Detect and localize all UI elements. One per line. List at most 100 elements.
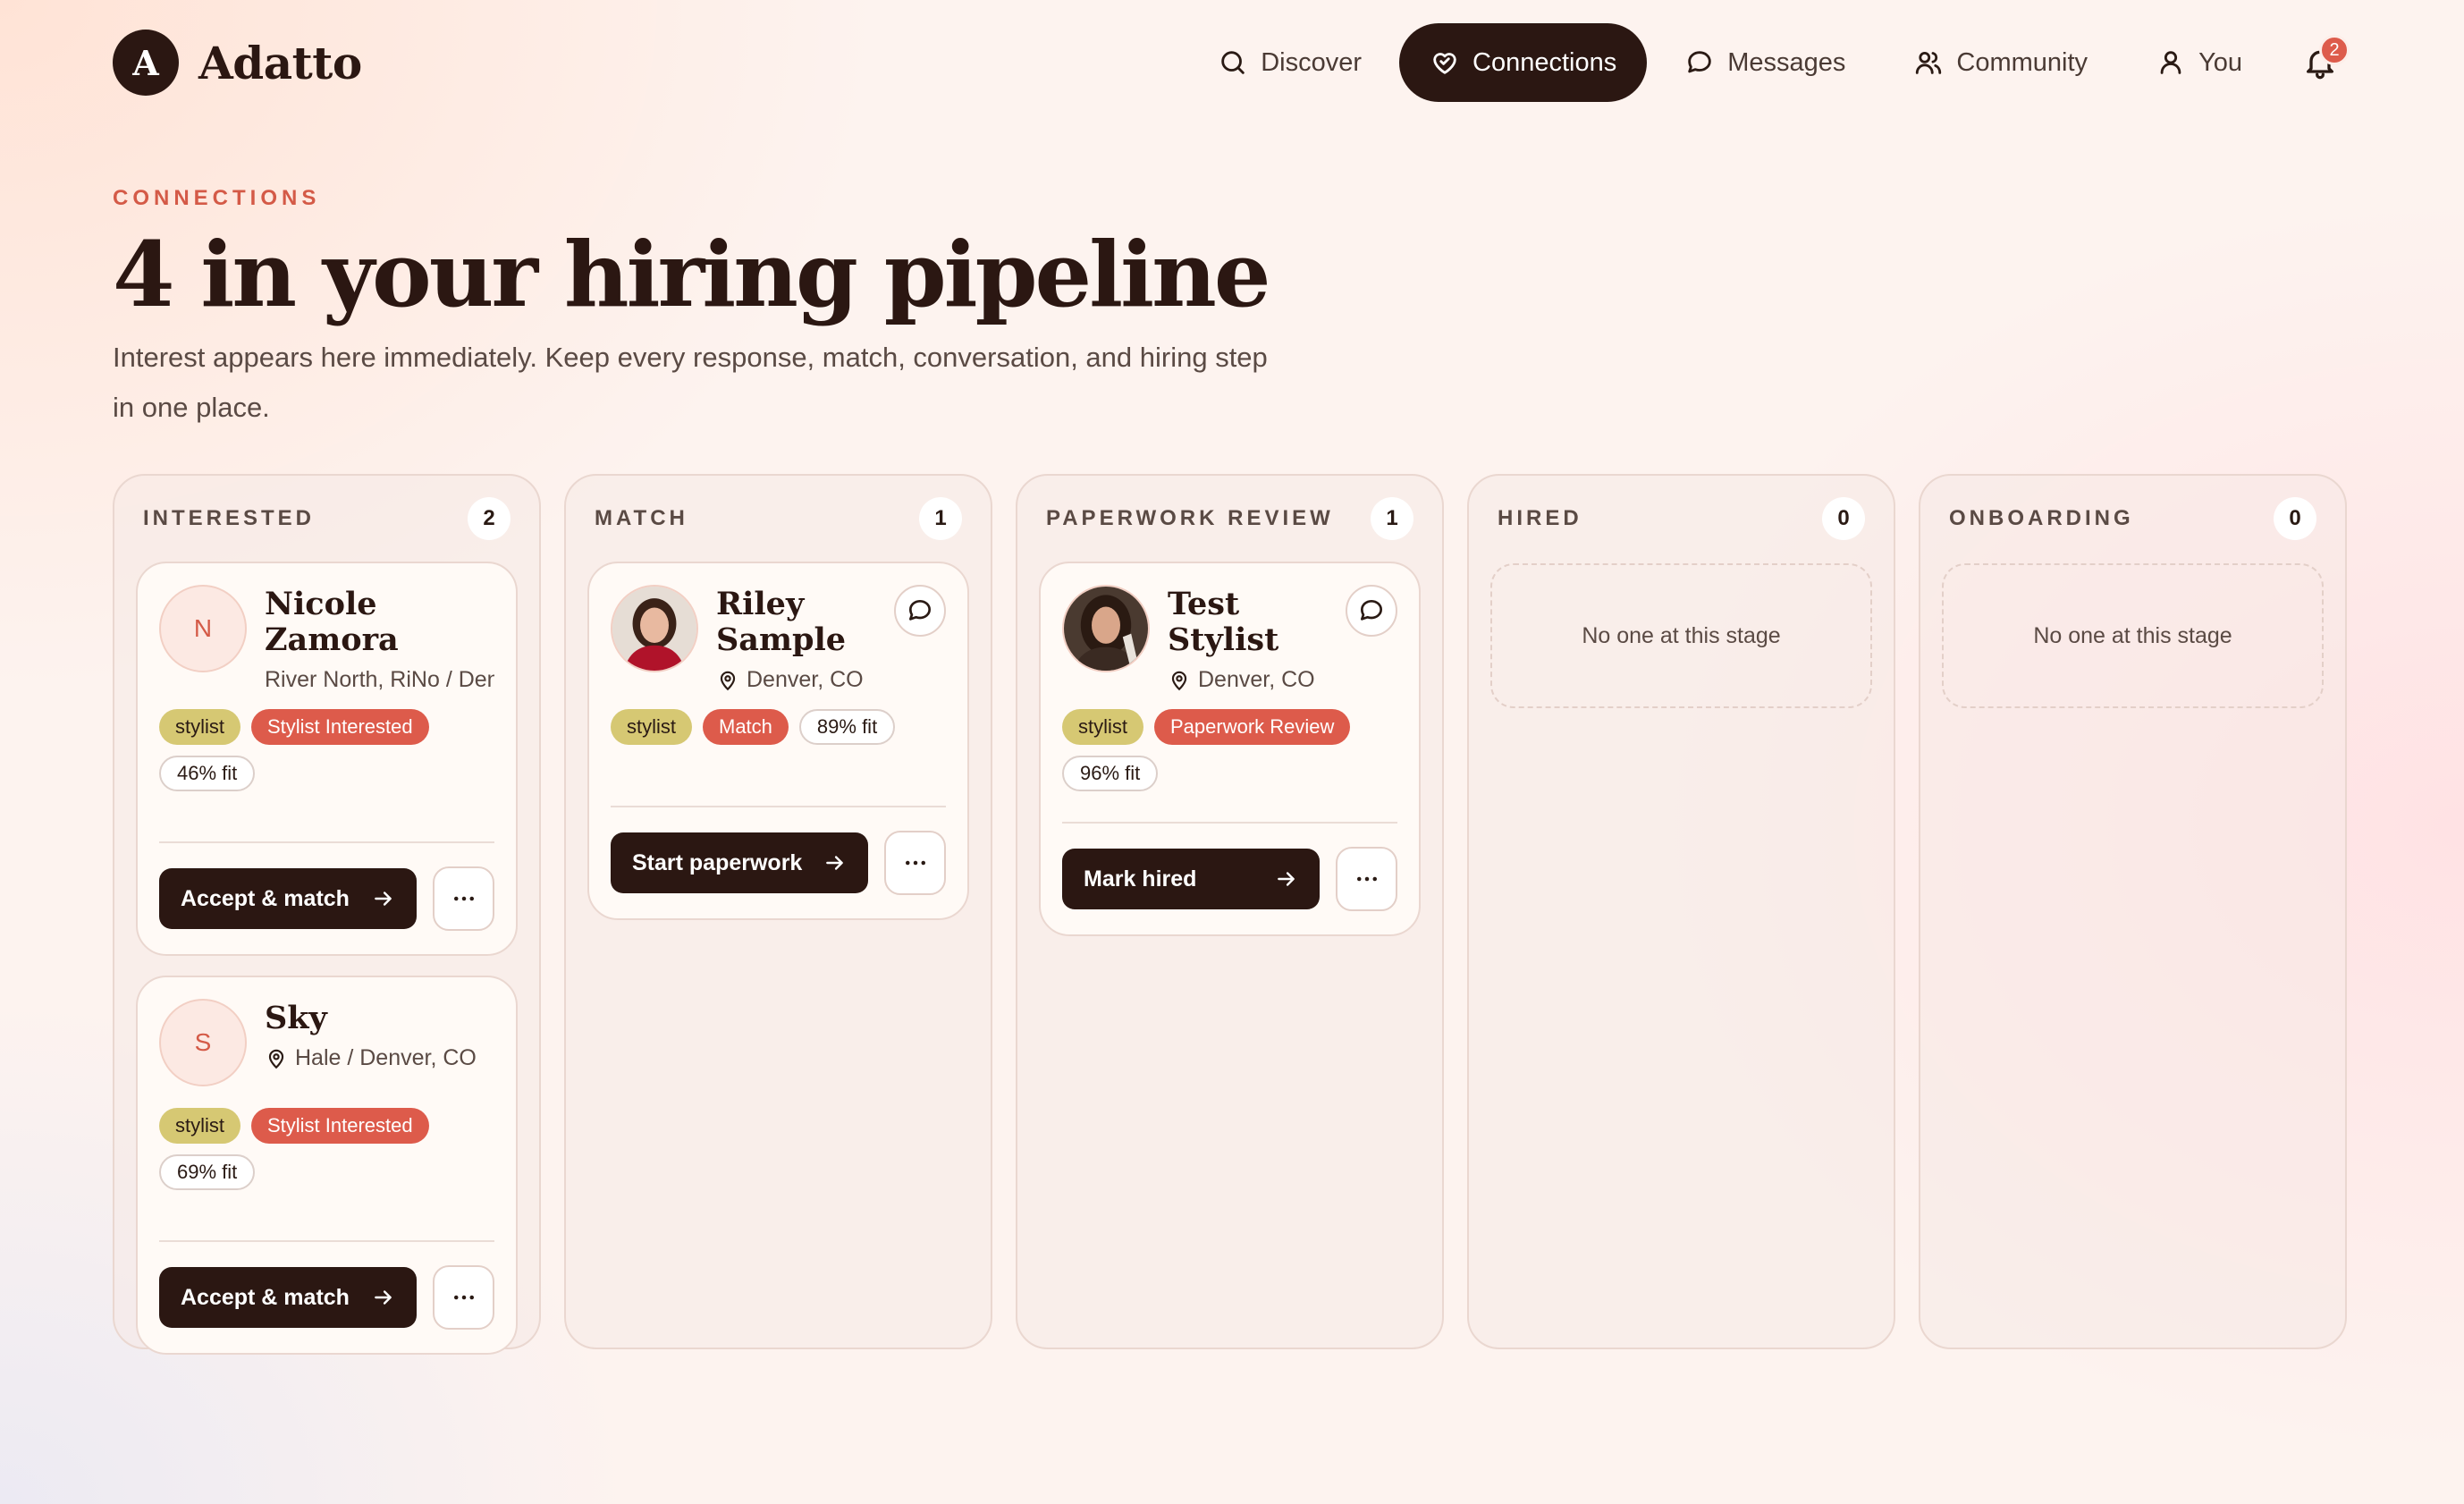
- column-title: INTERESTED: [143, 506, 316, 530]
- more-options-button[interactable]: [884, 831, 946, 895]
- candidate-card[interactable]: Test Stylist Denver, CO stylist Paperwor…: [1039, 562, 1421, 936]
- candidate-location: Hale / Denver, CO: [265, 1045, 494, 1071]
- column-header: ONBOARDING 0: [1942, 476, 2324, 562]
- more-options-button[interactable]: [433, 1265, 494, 1330]
- chat-bubble-icon: [909, 600, 931, 621]
- column-header: PAPERWORK REVIEW 1: [1039, 476, 1421, 562]
- arrow-right-icon: [375, 891, 392, 906]
- nav-label: Connections: [1472, 47, 1617, 77]
- nav-item-you[interactable]: You: [2125, 23, 2273, 102]
- tag-list: stylist Stylist Interested 69% fit: [159, 1108, 494, 1190]
- empty-state: No one at this stage: [1490, 563, 1872, 708]
- location-text: River North, RiNo / Denver, CO: [265, 667, 494, 692]
- page-subtitle: Interest appears here immediately. Keep …: [113, 342, 1268, 423]
- nav-item-community[interactable]: Community: [1883, 23, 2118, 102]
- candidate-name: Riley Sample: [716, 586, 847, 658]
- column-header: MATCH 1: [587, 476, 969, 562]
- role-tag: stylist: [1062, 709, 1143, 745]
- profile-photo: [612, 587, 696, 671]
- column-count: 0: [1822, 497, 1865, 540]
- more-options-button[interactable]: [433, 866, 494, 931]
- avatar: S: [159, 999, 247, 1086]
- nav-label: Community: [1956, 47, 2088, 77]
- stage-tag: Match: [703, 709, 789, 745]
- role-tag: stylist: [159, 709, 240, 745]
- fit-tag: 46% fit: [159, 756, 256, 791]
- stage-tag: Stylist Interested: [251, 1108, 429, 1144]
- button-label: Accept & match: [181, 1284, 350, 1310]
- avatar: N: [159, 585, 247, 672]
- fit-tag: 96% fit: [1062, 756, 1159, 791]
- card-divider: [159, 1240, 494, 1242]
- candidate-name: Nicole Zamora: [265, 586, 399, 658]
- fit-tag: 89% fit: [798, 709, 896, 745]
- profile-photo: [1064, 587, 1148, 671]
- column-count: 0: [2274, 497, 2316, 540]
- candidate-location: Denver, CO: [1168, 667, 1397, 693]
- accept-match-button[interactable]: Accept & match: [159, 868, 417, 929]
- user-icon: [2160, 51, 2181, 74]
- start-paperwork-button[interactable]: Start paperwork: [611, 832, 868, 893]
- brand-logo: A: [113, 30, 179, 96]
- candidate-card[interactable]: N Nicole Zamora River North, RiNo / Denv…: [136, 562, 518, 956]
- card-divider: [1062, 822, 1397, 824]
- pipeline-board: INTERESTED 2 N Nicole Zamora River North…: [113, 474, 2347, 1355]
- map-pin-icon: [1171, 671, 1187, 690]
- candidate-location: Denver, CO: [716, 667, 946, 693]
- fit-tag: 69% fit: [159, 1154, 256, 1190]
- card-info: Sky Hale / Denver, CO: [265, 999, 494, 1092]
- column-count: 1: [919, 497, 962, 540]
- empty-state: No one at this stage: [1942, 563, 2324, 708]
- card-actions: Start paperwork: [611, 831, 946, 895]
- page-title: 4 in your hiring pipeline: [113, 222, 1270, 327]
- avatar-photo: [1062, 585, 1150, 672]
- tag-list: stylist Match 89% fit: [611, 709, 946, 745]
- column-header: HIRED 0: [1490, 476, 1872, 562]
- chat-bubble-icon: [1688, 51, 1711, 73]
- nav-label: Messages: [1727, 47, 1846, 77]
- nav-item-connections[interactable]: Connections: [1399, 23, 1648, 102]
- card-header: N Nicole Zamora River North, RiNo / Denv…: [159, 585, 494, 693]
- top-header: A Adatto Discover Connections Messages C…: [113, 23, 2351, 102]
- map-pin-icon: [268, 1049, 284, 1069]
- column-title: HIRED: [1498, 506, 1582, 530]
- avatar-photo: [611, 585, 698, 672]
- nav-label: Discover: [1261, 47, 1363, 77]
- nav-item-discover[interactable]: Discover: [1187, 23, 1392, 102]
- heart-handshake-icon: [1433, 53, 1456, 74]
- candidate-card[interactable]: Riley Sample Denver, CO stylist Match 89…: [587, 562, 969, 920]
- message-candidate-button[interactable]: [894, 585, 946, 637]
- more-options-button[interactable]: [1336, 847, 1397, 911]
- role-tag: stylist: [611, 709, 692, 745]
- tag-list: stylist Paperwork Review 96% fit: [1062, 709, 1397, 791]
- location-text: Denver, CO: [747, 667, 864, 692]
- more-horizontal-icon: [453, 1295, 474, 1300]
- column-title: MATCH: [595, 506, 688, 530]
- nav-item-messages[interactable]: Messages: [1654, 23, 1876, 102]
- candidate-card[interactable]: S Sky Hale / Denver, CO stylist Stylist …: [136, 976, 518, 1355]
- column-paperwork-review: PAPERWORK REVIEW 1 Test Stylist Denver, …: [1016, 474, 1444, 1349]
- candidate-location: River North, RiNo / Denver, CO: [265, 667, 494, 693]
- arrow-right-icon: [1278, 872, 1295, 886]
- column-interested: INTERESTED 2 N Nicole Zamora River North…: [113, 474, 541, 1355]
- more-horizontal-icon: [453, 896, 474, 901]
- notifications-button[interactable]: 2: [2289, 31, 2351, 94]
- accept-match-button[interactable]: Accept & match: [159, 1267, 417, 1328]
- button-label: Accept & match: [181, 885, 350, 911]
- candidate-name: Test Stylist: [1168, 586, 1279, 658]
- map-pin-icon: [720, 671, 736, 690]
- candidate-name: Sky: [265, 1000, 327, 1036]
- mark-hired-button[interactable]: Mark hired: [1062, 849, 1320, 909]
- column-title: ONBOARDING: [1949, 506, 2134, 530]
- column-onboarding: ONBOARDING 0 No one at this stage: [1919, 474, 2347, 1349]
- column-count: 1: [1371, 497, 1413, 540]
- location-text: Hale / Denver, CO: [295, 1045, 477, 1070]
- card-divider: [159, 841, 494, 843]
- message-candidate-button[interactable]: [1346, 585, 1397, 637]
- more-horizontal-icon: [1356, 876, 1377, 882]
- card-divider: [611, 806, 946, 807]
- brand[interactable]: A Adatto: [113, 30, 362, 96]
- card-header: S Sky Hale / Denver, CO: [159, 999, 494, 1092]
- card-actions: Mark hired: [1062, 847, 1397, 911]
- card-info: Nicole Zamora River North, RiNo / Denver…: [265, 585, 494, 693]
